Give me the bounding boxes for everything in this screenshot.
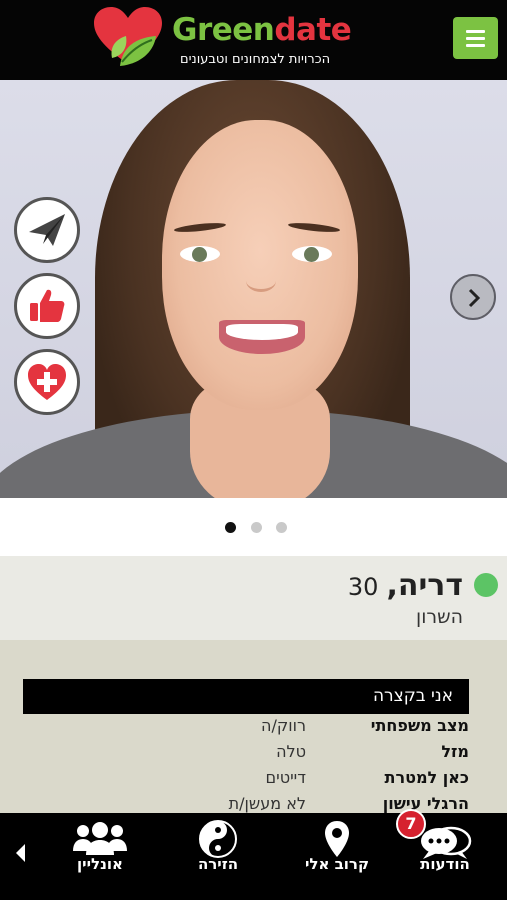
chevron-left-icon[interactable] (13, 842, 29, 864)
detail-value: לא מעשן/ת (228, 794, 306, 813)
detail-value: רווק/ה (261, 716, 306, 735)
map-pin-icon (325, 821, 349, 857)
like-button[interactable] (14, 273, 80, 339)
photo-face (162, 120, 358, 410)
detail-label: הרגלי עישון (382, 794, 469, 813)
photo-eye (180, 246, 220, 262)
logo-word-date: date (274, 12, 352, 48)
profile-name-line: דריה,30 (348, 568, 463, 603)
users-group-icon (73, 822, 127, 855)
logo-tagline: הכרויות לצמחונים וטבעונים (180, 52, 331, 67)
profile-location: השרון (416, 606, 463, 628)
detail-label: מזל (441, 742, 469, 761)
hamburger-icon-line (466, 44, 485, 47)
messages-unread-badge: 7 (396, 809, 426, 839)
online-status-indicator (474, 573, 498, 597)
app-header: Greendate הכרויות לצמחונים וטבעונים (0, 0, 507, 80)
photo-mouth (219, 320, 305, 354)
nav-label: אונליין (77, 855, 123, 873)
detail-value: דייטים (265, 768, 306, 787)
detail-label: כאן למטרת (384, 768, 469, 787)
nav-nearby[interactable]: קרוב אלי (282, 813, 392, 900)
photo-brow (287, 221, 341, 234)
logo-wordmark: Greendate (172, 12, 352, 48)
pagination-dot[interactable] (251, 522, 262, 533)
profile-age: 30 (347, 573, 379, 601)
detail-row: כאן למטרת דייטים (23, 768, 469, 794)
photo-brow (173, 221, 227, 234)
photo-pagination (0, 498, 507, 556)
logo-word-green: Green (172, 12, 275, 48)
about-heading: אני בקצרה (23, 679, 469, 714)
profile-name: דריה, (386, 568, 463, 603)
photo-eye (292, 246, 332, 262)
bottom-navigation: 7 הודעות קרוב אלי הזירה אונליין (0, 809, 507, 900)
hamburger-icon-line (466, 37, 485, 40)
profile-photo[interactable] (0, 80, 507, 498)
heart-plus-icon (28, 364, 66, 400)
nav-label: קרוב אלי (304, 855, 369, 873)
nav-messages[interactable]: 7 הודעות (390, 809, 500, 900)
nav-label: הודעות (420, 855, 470, 873)
detail-row: מזל טלה (23, 742, 469, 768)
pagination-dot-active[interactable] (225, 522, 236, 533)
thumbs-up-icon (30, 289, 65, 322)
photo-nose (246, 270, 276, 292)
paper-plane-icon (29, 214, 65, 246)
add-favorite-button[interactable] (14, 349, 80, 415)
detail-label: מצב משפחתי (370, 716, 469, 735)
nav-label: הזירה (197, 855, 239, 873)
heart-leaf-logo-icon (94, 7, 162, 66)
next-photo-button[interactable] (450, 274, 496, 320)
greendate-logo[interactable]: Greendate הכרויות לצמחונים וטבעונים (92, 6, 367, 74)
nav-online[interactable]: אונליין (45, 813, 155, 900)
detail-row: מצב משפחתי רווק/ה (23, 716, 469, 742)
yin-yang-icon (199, 820, 237, 858)
hamburger-icon (466, 30, 485, 33)
detail-value: טלה (276, 742, 306, 761)
chevron-right-icon (468, 288, 481, 308)
send-message-button[interactable] (14, 197, 80, 263)
pagination-dot[interactable] (276, 522, 287, 533)
nav-arena[interactable]: הזירה (163, 813, 273, 900)
menu-button[interactable] (453, 17, 498, 59)
